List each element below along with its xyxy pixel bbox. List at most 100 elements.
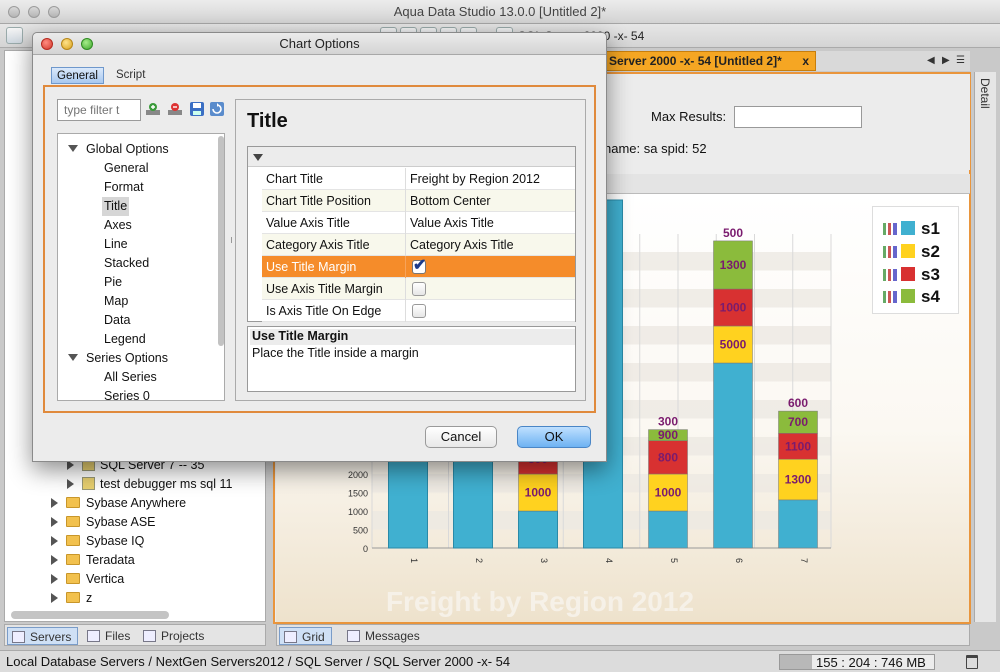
bar-segment bbox=[648, 510, 688, 549]
filter-input[interactable] bbox=[57, 99, 141, 121]
property-row[interactable]: Use Axis Title Margin bbox=[262, 278, 575, 300]
dialog-close-button[interactable] bbox=[41, 38, 53, 50]
dialog-minimize-button[interactable] bbox=[61, 38, 73, 50]
server-tree-item[interactable]: Vertica bbox=[51, 570, 124, 589]
property-row[interactable]: Use Title Margin bbox=[262, 255, 575, 278]
trash-icon[interactable] bbox=[966, 655, 978, 669]
property-checkbox[interactable] bbox=[412, 304, 426, 318]
detail-label: Detail bbox=[978, 78, 992, 109]
server-tree-item[interactable]: Sybase Anywhere bbox=[51, 494, 186, 513]
tab-messages[interactable]: Messages bbox=[343, 627, 426, 645]
options-tree-item[interactable]: Title bbox=[102, 197, 130, 216]
property-value[interactable]: Freight by Region 2012 bbox=[408, 168, 540, 190]
options-tree-label: Title bbox=[104, 199, 128, 213]
options-tree-item[interactable]: Format bbox=[102, 178, 146, 197]
options-tree-item[interactable]: Data bbox=[102, 311, 132, 330]
tab-scroll-right-icon[interactable]: ▶ bbox=[942, 55, 950, 66]
expand-icon[interactable] bbox=[67, 479, 74, 489]
save-icon[interactable] bbox=[189, 101, 205, 117]
add-icon[interactable] bbox=[145, 101, 161, 117]
property-row[interactable]: Is Axis Title On Edge bbox=[262, 300, 575, 322]
server-tree-item[interactable]: Sybase ASE bbox=[51, 513, 156, 532]
property-group-header[interactable] bbox=[248, 147, 575, 167]
dialog-zoom-button[interactable] bbox=[81, 38, 93, 50]
window-minimize-button[interactable] bbox=[28, 6, 40, 18]
close-tab-button[interactable]: x bbox=[802, 52, 809, 70]
document-tab[interactable]: Server 2000 -x- 54 [Untitled 2]* x bbox=[604, 51, 816, 71]
expand-icon[interactable] bbox=[51, 574, 58, 584]
server-tree-item[interactable]: Teradata bbox=[51, 551, 135, 570]
detail-side-tab[interactable]: Detail bbox=[974, 72, 996, 622]
options-tree-item[interactable]: Series Options bbox=[66, 349, 170, 368]
horizontal-scrollbar[interactable] bbox=[11, 611, 169, 619]
collapse-icon[interactable] bbox=[68, 354, 78, 361]
x-tick-label: 1 bbox=[409, 558, 419, 563]
expand-icon[interactable] bbox=[51, 593, 58, 603]
tab-servers[interactable]: Servers bbox=[7, 627, 79, 645]
refresh-icon[interactable] bbox=[209, 101, 225, 117]
property-checkbox[interactable] bbox=[412, 282, 426, 296]
expand-icon[interactable] bbox=[51, 517, 58, 527]
window-zoom-button[interactable] bbox=[48, 6, 60, 18]
options-tree-item[interactable]: Axes bbox=[102, 216, 134, 235]
property-row[interactable]: Category Axis Title Category Axis Title bbox=[262, 234, 575, 256]
collapse-icon[interactable] bbox=[68, 145, 78, 152]
server-tree-item[interactable]: Sybase IQ bbox=[51, 532, 144, 551]
tab-files[interactable]: Files bbox=[83, 627, 136, 645]
options-tree-item[interactable]: General bbox=[102, 159, 150, 178]
tab-list-icon[interactable]: ☰ bbox=[956, 55, 965, 66]
property-value[interactable]: Category Axis Title bbox=[408, 234, 514, 256]
property-value[interactable]: Value Axis Title bbox=[408, 212, 494, 234]
options-tree-item[interactable]: Global Options bbox=[66, 140, 171, 159]
options-tree-label: Global Options bbox=[86, 142, 169, 156]
options-tree-item[interactable]: All Series bbox=[102, 368, 159, 387]
tab-script[interactable]: Script bbox=[111, 67, 150, 84]
status-bar: Local Database Servers / NextGen Servers… bbox=[0, 650, 1000, 672]
server-tree-item[interactable]: test debugger ms sql 11 bbox=[67, 475, 232, 494]
bar-chart-icon bbox=[883, 246, 897, 258]
remove-icon[interactable] bbox=[167, 101, 183, 117]
bar-chart-icon bbox=[883, 223, 897, 235]
options-tree-item[interactable]: Line bbox=[102, 235, 130, 254]
property-name: Use Axis Title Margin bbox=[264, 278, 406, 300]
app-title: Aqua Data Studio 13.0.0 [Untitled 2]* bbox=[393, 4, 607, 19]
options-tree-item[interactable]: Stacked bbox=[102, 254, 151, 273]
tab-projects[interactable]: Projects bbox=[139, 627, 210, 645]
property-row[interactable]: Value Axis Title Value Axis Title bbox=[262, 212, 575, 234]
max-results-input[interactable] bbox=[734, 106, 862, 128]
property-value[interactable]: Bottom Center bbox=[408, 190, 491, 212]
legend-entry-s3: s3 bbox=[883, 265, 940, 285]
new-file-icon[interactable] bbox=[6, 27, 23, 44]
expand-icon[interactable] bbox=[51, 498, 58, 508]
tab-general[interactable]: General bbox=[51, 67, 104, 84]
collapse-icon[interactable] bbox=[253, 154, 263, 161]
y-tick-label: 1500 bbox=[348, 489, 368, 499]
property-checkbox[interactable] bbox=[412, 255, 426, 277]
tab-scroll-left-icon[interactable]: ◀ bbox=[927, 55, 935, 66]
server-tree-label: Teradata bbox=[86, 553, 135, 567]
options-tree-item[interactable]: Legend bbox=[102, 330, 148, 349]
expand-icon[interactable] bbox=[51, 555, 58, 565]
expand-icon[interactable] bbox=[51, 536, 58, 546]
options-tree-item[interactable]: Map bbox=[102, 292, 130, 311]
tab-grid[interactable]: Grid bbox=[279, 627, 332, 645]
server-tree-label: test debugger ms sql 11 bbox=[100, 477, 233, 491]
memory-gauge[interactable]: 155 : 204 : 746 MB bbox=[779, 654, 935, 670]
options-tree-item[interactable]: Pie bbox=[102, 273, 124, 292]
left-panel-tabs: Servers Files Projects bbox=[4, 624, 266, 646]
bar-segment bbox=[713, 362, 753, 549]
ok-button[interactable]: OK bbox=[517, 426, 591, 448]
property-row[interactable]: Chart Title Freight by Region 2012 bbox=[262, 168, 575, 190]
options-tree-item[interactable]: Series 0 bbox=[102, 387, 152, 400]
data-label: 800 bbox=[658, 450, 678, 464]
x-tick-label: 7 bbox=[799, 558, 809, 563]
legend-entry-s1: s1 bbox=[883, 219, 940, 239]
database-icon bbox=[82, 477, 95, 490]
window-close-button[interactable] bbox=[8, 6, 20, 18]
server-tree-item[interactable]: z bbox=[51, 589, 92, 608]
cancel-button[interactable]: Cancel bbox=[425, 426, 497, 448]
tree-scrollbar[interactable] bbox=[218, 136, 224, 346]
legend-swatch bbox=[901, 267, 915, 281]
dialog-titlebar: Chart Options bbox=[33, 33, 606, 55]
property-row[interactable]: Chart Title Position Bottom Center bbox=[262, 190, 575, 212]
